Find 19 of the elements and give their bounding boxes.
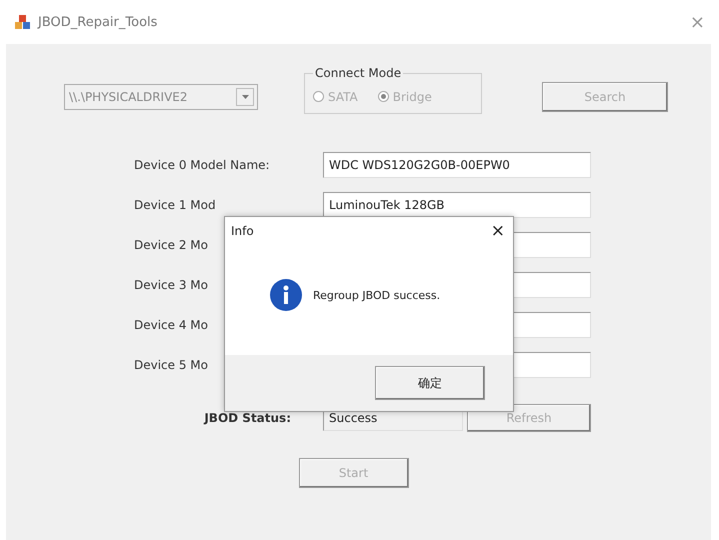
close-button[interactable]: × <box>690 12 705 32</box>
dialog-message: Regroup JBOD success. <box>313 288 440 302</box>
field-label: Device 1 Mod <box>133 198 217 212</box>
cubes-icon <box>14 14 32 30</box>
caret-icon <box>242 95 248 99</box>
ok-button[interactable]: 确定 <box>375 366 485 400</box>
field-label: Device 5 Mo <box>133 358 209 372</box>
info-icon <box>269 278 303 312</box>
field-label: Device 0 Model Name: <box>133 158 271 172</box>
field-label: Device 4 Mo <box>133 318 209 332</box>
field-label: JBOD Status: <box>202 411 291 425</box>
close-button[interactable]: × <box>490 221 505 241</box>
field-label: Device 2 Mo <box>133 238 209 252</box>
field-label: Device 3 Mo <box>133 278 209 292</box>
dialog-title: Info <box>231 224 254 238</box>
group-title: Connect Mode <box>314 66 402 80</box>
window-title: JBOD_Repair_Tools <box>38 14 158 30</box>
model-name-field[interactable]: LuminouTek 128GB <box>323 192 591 218</box>
model-name-field[interactable]: WDC WDS120G2G0B-00EPW0 <box>323 152 591 178</box>
